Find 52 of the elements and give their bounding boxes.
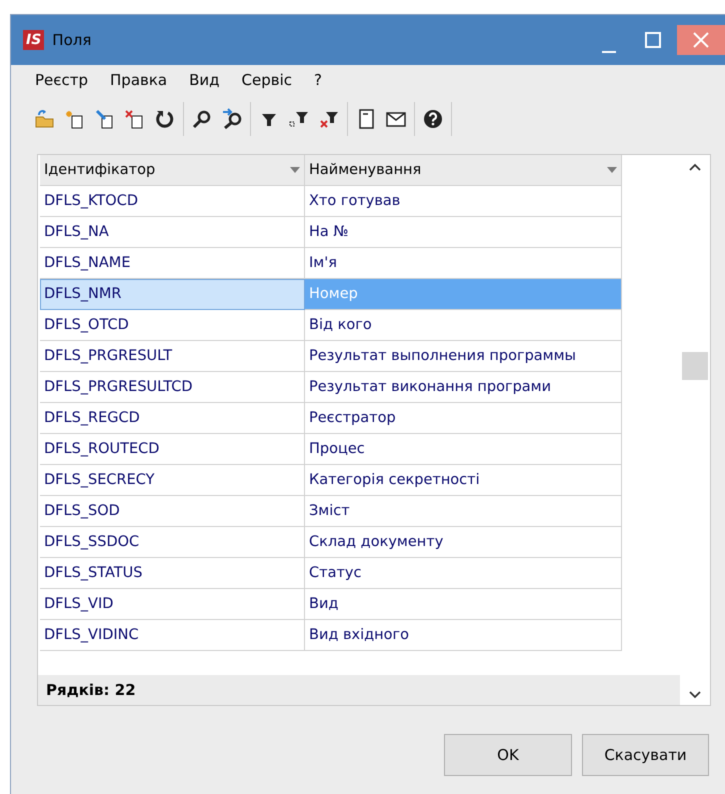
table-cell[interactable]: Вид — [305, 589, 622, 620]
sort-caret-icon[interactable] — [290, 167, 300, 173]
table-cell[interactable]: Статус — [305, 558, 622, 589]
table-cell[interactable]: Ім'я — [305, 248, 622, 279]
table-cell[interactable]: DFLS_SSDOC — [40, 527, 305, 558]
table-cell[interactable]: DFLS_NA — [40, 217, 305, 248]
table-cell[interactable]: Хто готував — [305, 186, 622, 217]
table-cell[interactable]: DFLS_KTOCD — [40, 186, 305, 217]
table-cell[interactable]: DFLS_PRGRESULTCD — [40, 372, 305, 403]
close-button[interactable] — [677, 25, 725, 55]
column-header[interactable]: Ідентифікатор — [40, 155, 305, 186]
maximize-icon — [645, 32, 661, 48]
menu-item[interactable]: Реєстр — [35, 71, 88, 97]
table-cell[interactable]: Вид вхідного — [305, 620, 622, 651]
minimize-icon — [601, 51, 617, 53]
table-cell[interactable]: DFLS_PRGRESULT — [40, 341, 305, 372]
menu-item[interactable]: Сервіс — [242, 71, 292, 97]
menu-item[interactable]: ? — [314, 71, 322, 97]
sort-caret-icon[interactable] — [607, 167, 617, 173]
close-icon — [692, 31, 710, 49]
table-cell[interactable]: DFLS_OTCD — [40, 310, 305, 341]
table-cell[interactable]: DFLS_VIDINC — [40, 620, 305, 651]
table-cell[interactable]: DFLS_REGCD — [40, 403, 305, 434]
scroll-thumb[interactable] — [682, 352, 708, 380]
table-cell[interactable]: Результат выполнения программы — [305, 341, 622, 372]
table-cell[interactable]: Результат виконання програми — [305, 372, 622, 403]
table-cell[interactable]: DFLS_SECRECY — [40, 465, 305, 496]
help-icon — [421, 107, 445, 131]
table-cell[interactable]: DFLS_ROUTECD — [40, 434, 305, 465]
search-arrow-icon — [220, 107, 244, 131]
table-cell[interactable]: Від кого — [305, 310, 622, 341]
table-cell[interactable]: Процес — [305, 434, 622, 465]
table-cell[interactable]: DFLS_NAME — [40, 248, 305, 279]
cancel-button[interactable]: Скасувати — [582, 734, 709, 776]
menu-item[interactable]: Правка — [110, 71, 168, 97]
scroll-up-icon[interactable] — [689, 163, 701, 171]
table-cell[interactable]: Категорія секретності — [305, 465, 622, 496]
table-cell[interactable]: На № — [305, 217, 622, 248]
row-count: Рядків: 22 — [46, 681, 136, 699]
table-cell[interactable]: Реєстратор — [305, 403, 622, 434]
window-title: Поля — [52, 31, 92, 49]
table-cell[interactable]: Зміст — [305, 496, 622, 527]
table-cell[interactable]: DFLS_NMR — [40, 279, 305, 310]
table-cell[interactable]: DFLS_VID — [40, 589, 305, 620]
table-cell[interactable]: DFLS_SOD — [40, 496, 305, 527]
table-cell[interactable]: DFLS_STATUS — [40, 558, 305, 589]
scroll-down-icon[interactable] — [689, 691, 701, 699]
app-logo: IS — [23, 30, 44, 50]
menu-item[interactable]: Вид — [189, 71, 220, 97]
column-header[interactable]: Найменування — [305, 155, 622, 186]
table-cell[interactable]: Склад документу — [305, 527, 622, 558]
ok-button[interactable]: OK — [444, 734, 572, 776]
